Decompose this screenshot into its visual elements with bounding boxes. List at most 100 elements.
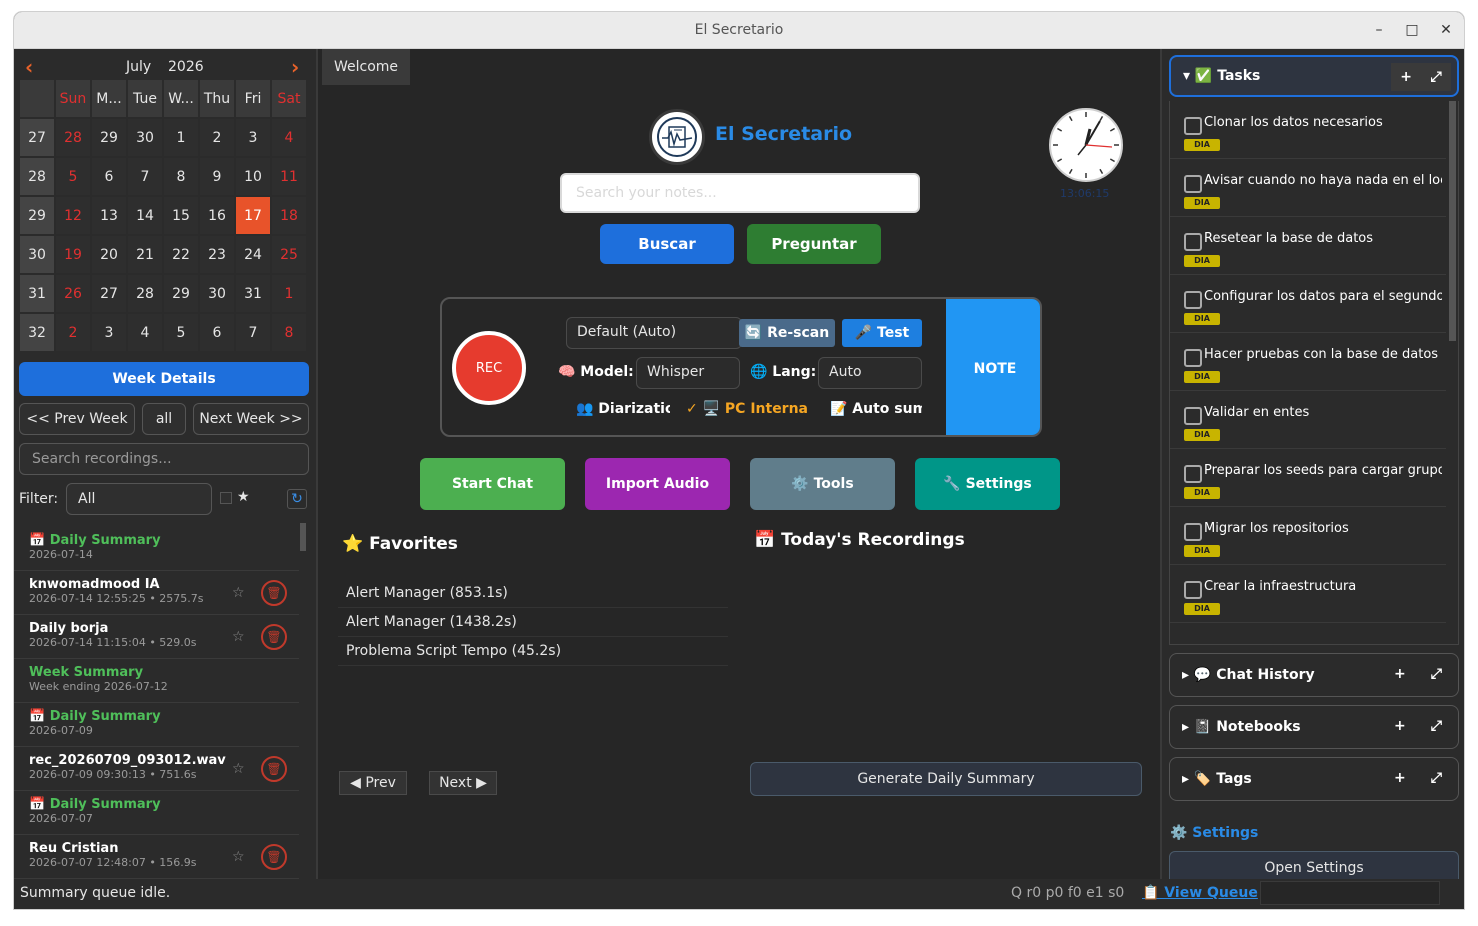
preguntar-button[interactable]: Preguntar	[747, 224, 881, 264]
note-button[interactable]: NOTE	[946, 299, 1040, 435]
auto-summary-toggle[interactable]: 📝 Auto sumr	[830, 401, 922, 417]
calendar-day[interactable]: 24	[235, 235, 271, 274]
calendar-day[interactable]: 30	[127, 118, 163, 157]
view-queue-link[interactable]: 📋 View Queue	[1142, 885, 1258, 901]
calendar-day[interactable]: 1	[163, 118, 199, 157]
recording-item[interactable]: Reu Cristian 2026-07-07 12:48:07 • 156.9s…	[14, 835, 299, 879]
generate-daily-summary-button[interactable]: Generate Daily Summary	[750, 762, 1142, 796]
task-checkbox[interactable]	[1184, 291, 1202, 309]
rescan-button[interactable]: 🔄 Re-scan	[739, 319, 835, 347]
expand-icon[interactable]: ⤢	[1431, 69, 1442, 85]
favorite-star-icon[interactable]: ☆	[232, 629, 245, 645]
all-weeks-button[interactable]: all	[142, 403, 186, 435]
favorite-star-icon[interactable]: ☆	[232, 585, 245, 601]
next-week-button[interactable]: Next Week >>	[193, 403, 309, 435]
calendar-day[interactable]: 16	[199, 196, 235, 235]
add-icon[interactable]: +	[1400, 69, 1412, 85]
favorite-item[interactable]: Alert Manager (853.1s)	[338, 579, 728, 608]
calendar-day[interactable]: 22	[163, 235, 199, 274]
chat-history-panel[interactable]: ▸ 💬 Chat History + ⤢	[1169, 653, 1459, 697]
next-page-button[interactable]: Next ▶	[429, 771, 497, 795]
calendar-day[interactable]: 26	[55, 274, 91, 313]
calendar-day[interactable]: 25	[271, 235, 307, 274]
favorite-item[interactable]: Problema Script Tempo (45.2s)	[338, 637, 728, 666]
delete-icon[interactable]: 🗑	[261, 756, 287, 782]
diarization-toggle[interactable]: 👥 Diarizatior	[576, 401, 670, 417]
calendar-month[interactable]: July	[126, 59, 151, 75]
prev-page-button[interactable]: ◀ Prev	[339, 771, 407, 795]
recording-item[interactable]: Week Summary Week ending 2026-07-12	[14, 659, 299, 703]
delete-icon[interactable]: 🗑	[261, 844, 287, 870]
calendar-day[interactable]: 4	[271, 118, 307, 157]
tools-button[interactable]: ⚙️ Tools	[750, 458, 895, 510]
recording-item[interactable]: knwomadmood IA 2026-07-14 12:55:25 • 2575…	[14, 571, 299, 615]
recording-item[interactable]: Daily borja 2026-07-14 11:15:04 • 529.0s ☆…	[14, 615, 299, 659]
calendar-day[interactable]: 4	[127, 313, 163, 352]
close-icon[interactable]: ✕	[1436, 20, 1456, 40]
expand-icon[interactable]: ⤢	[1431, 770, 1442, 786]
calendar-day[interactable]: 18	[271, 196, 307, 235]
search-notes-input[interactable]: Search your notes...	[560, 173, 920, 213]
favorites-checkbox[interactable]	[220, 492, 232, 504]
calendar-day[interactable]: 31	[235, 274, 271, 313]
model-select[interactable]: Whisper	[636, 357, 740, 389]
calendar-day[interactable]: 11	[271, 157, 307, 196]
calendar-week-number[interactable]: 28	[19, 157, 55, 196]
minimize-icon[interactable]: –	[1369, 20, 1389, 40]
calendar-day[interactable]: 17	[235, 196, 271, 235]
task-checkbox[interactable]	[1184, 523, 1202, 541]
tab-welcome[interactable]: Welcome	[322, 49, 410, 85]
favorite-star-icon[interactable]: ☆	[232, 849, 245, 865]
favorite-item[interactable]: Alert Manager (1438.2s)	[338, 608, 728, 637]
add-icon[interactable]: +	[1394, 770, 1406, 786]
calendar-day[interactable]: 5	[55, 157, 91, 196]
audio-device-select[interactable]: Default (Auto)	[566, 317, 742, 349]
calendar-day[interactable]: 9	[199, 157, 235, 196]
tags-panel[interactable]: ▸ 🏷️ Tags + ⤢	[1169, 757, 1459, 801]
calendar-day[interactable]: 29	[163, 274, 199, 313]
import-audio-button[interactable]: Import Audio	[585, 458, 730, 510]
task-checkbox[interactable]	[1184, 349, 1202, 367]
task-checkbox[interactable]	[1184, 581, 1202, 599]
prev-week-button[interactable]: << Prev Week	[19, 403, 135, 435]
recording-item[interactable]: 📅 Daily Summary 2026-07-07	[14, 791, 299, 835]
calendar-day[interactable]: 20	[91, 235, 127, 274]
test-button[interactable]: 🎤 Test	[842, 319, 922, 347]
task-checkbox[interactable]	[1184, 233, 1202, 251]
expand-icon[interactable]: ⤢	[1431, 666, 1442, 682]
calendar-day[interactable]: 2	[199, 118, 235, 157]
calendar-day[interactable]: 12	[55, 196, 91, 235]
maximize-icon[interactable]: □	[1402, 20, 1422, 40]
add-icon[interactable]: +	[1394, 666, 1406, 682]
calendar-day[interactable]: 5	[163, 313, 199, 352]
calendar-day[interactable]: 13	[91, 196, 127, 235]
calendar-day[interactable]: 6	[199, 313, 235, 352]
start-chat-button[interactable]: Start Chat	[420, 458, 565, 510]
task-checkbox[interactable]	[1184, 407, 1202, 425]
notebooks-panel[interactable]: ▸ 📓 Notebooks + ⤢	[1169, 705, 1459, 749]
calendar-week-number[interactable]: 31	[19, 274, 55, 313]
calendar-day[interactable]: 28	[55, 118, 91, 157]
recording-item[interactable]: 📅 Daily Summary 2026-07-14	[14, 527, 299, 571]
calendar-day[interactable]: 7	[127, 157, 163, 196]
calendar-day[interactable]: 27	[91, 274, 127, 313]
calendar-day[interactable]: 1	[271, 274, 307, 313]
delete-icon[interactable]: 🗑	[261, 624, 287, 650]
calendar-week-number[interactable]: 32	[19, 313, 55, 352]
rec-button[interactable]: REC	[452, 331, 526, 405]
calendar-day[interactable]: 14	[127, 196, 163, 235]
settings-button[interactable]: 🔧 Settings	[915, 458, 1060, 510]
calendar-day[interactable]: 21	[127, 235, 163, 274]
delete-icon[interactable]: 🗑	[261, 580, 287, 606]
recording-item[interactable]: rec_20260709_093012.wav 2026-07-09 09:30:…	[14, 747, 299, 791]
calendar-week-number[interactable]: 30	[19, 235, 55, 274]
week-details-button[interactable]: Week Details	[19, 362, 309, 396]
task-checkbox[interactable]	[1184, 175, 1202, 193]
chevron-right-icon[interactable]: ›	[291, 55, 299, 79]
calendar-day[interactable]: 3	[235, 118, 271, 157]
task-checkbox[interactable]	[1184, 117, 1202, 135]
favorite-star-icon[interactable]: ☆	[232, 761, 245, 777]
lang-select[interactable]: Auto	[818, 357, 922, 389]
calendar-week-number[interactable]: 27	[19, 118, 55, 157]
chevron-left-icon[interactable]: ‹	[25, 55, 33, 79]
